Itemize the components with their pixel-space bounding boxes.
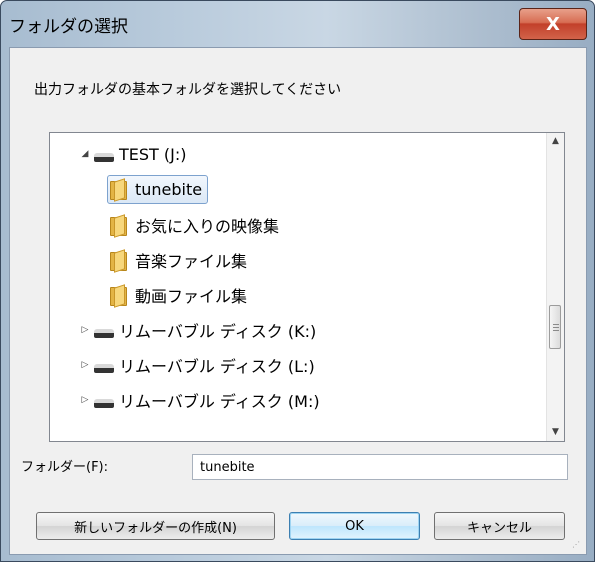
tree-item-drive-m[interactable]: ▷ リムーバブル ディスク (M:) [78,385,320,415]
tree-item-drive-k[interactable]: ▷ リムーバブル ディスク (K:) [78,315,317,345]
expand-arrow-icon[interactable]: ◢ [78,149,92,159]
folder-icon [110,285,127,306]
tree-item-tunebite[interactable]: tunebite [107,174,209,204]
expand-arrow-icon[interactable]: ▷ [78,395,92,405]
close-button[interactable]: X [519,8,587,40]
close-icon: X [546,13,560,35]
selection-highlight: tunebite [107,174,209,204]
folder-name-input[interactable] [192,454,568,480]
window-title: フォルダの選択 [9,17,128,37]
scroll-down-icon[interactable]: ▼ [547,424,564,441]
tree-item-label: TEST (J:) [119,144,187,164]
folder-icon [110,179,127,200]
vertical-scrollbar[interactable]: ▲ ▼ [546,133,564,441]
tree-item-label: リムーバブル ディスク (L:) [119,357,315,376]
drive-icon [94,363,114,373]
drive-icon [94,152,114,162]
scroll-up-icon[interactable]: ▲ [547,133,564,150]
tree-item-label: リムーバブル ディスク (K:) [119,322,317,341]
tree-item-drive-l[interactable]: ▷ リムーバブル ディスク (L:) [78,350,315,380]
cancel-button[interactable]: キャンセル [434,512,565,540]
drive-icon [94,398,114,408]
title-bar[interactable]: フォルダの選択 X [1,1,594,47]
drive-icon [94,328,114,338]
dialog-window: フォルダの選択 X 出力フォルダの基本フォルダを選択してください ◢ TEST … [0,0,595,562]
instruction-text: 出力フォルダの基本フォルダを選択してください [34,82,342,98]
folder-field-label: フォルダー(F): [21,460,109,475]
expand-arrow-icon[interactable]: ▷ [78,325,92,335]
ok-button[interactable]: OK [289,512,420,540]
tree-item-favorites[interactable]: お気に入りの映像集 [110,210,279,240]
tree-item-label: リムーバブル ディスク (M:) [119,392,320,411]
folder-icon [110,215,127,236]
resize-grip-icon[interactable]: ⋰ [572,540,582,550]
tree-item-video[interactable]: 動画ファイル集 [110,280,247,310]
expand-arrow-icon[interactable]: ▷ [78,360,92,370]
new-folder-button[interactable]: 新しいフォルダーの作成(N) [36,512,275,540]
tree-item-label: 音楽ファイル集 [135,252,248,271]
tree-item-label: tunebite [135,179,203,199]
tree-item-label: お気に入りの映像集 [135,217,280,236]
folder-icon [110,250,127,271]
tree-item-music[interactable]: 音楽ファイル集 [110,245,247,275]
folder-tree[interactable]: ◢ TEST (J:) tunebite お気に入りの映像集 音楽ファイル集 動… [49,132,565,442]
tree-item-drive-j[interactable]: ◢ TEST (J:) [78,139,187,169]
dialog-body: 出力フォルダの基本フォルダを選択してください ◢ TEST (J:) tuneb… [9,47,587,555]
scroll-thumb[interactable] [549,305,561,349]
tree-item-label: 動画ファイル集 [135,287,248,306]
